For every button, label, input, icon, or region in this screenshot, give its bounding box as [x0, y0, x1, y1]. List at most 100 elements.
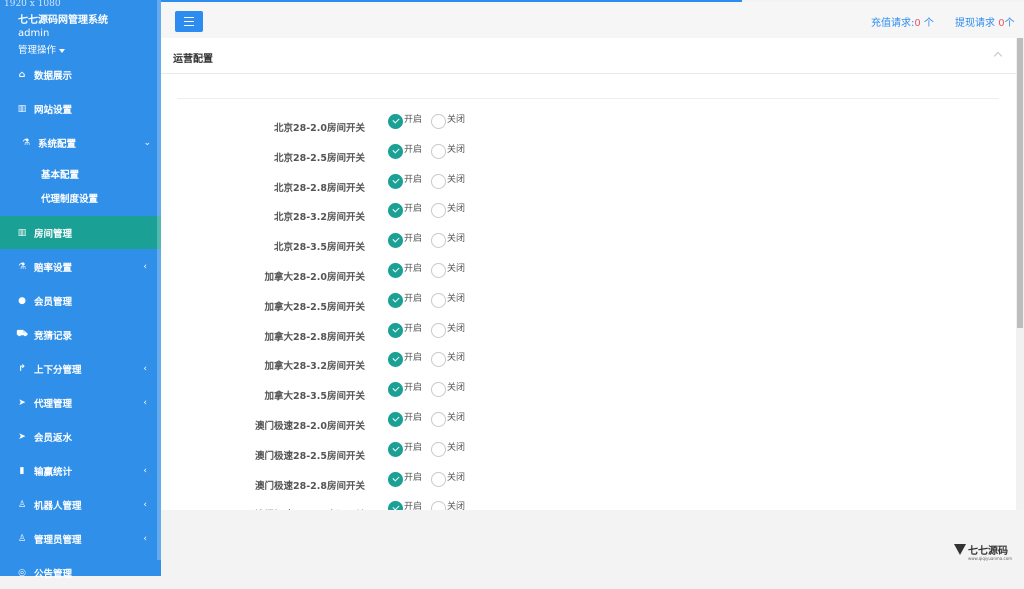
withdraw-request-link[interactable]: 提现请求 0个: [955, 14, 1015, 29]
radio-circle-icon: [388, 173, 403, 189]
sidebar-item-4[interactable]: ▥ 房间管理: [0, 216, 161, 249]
radio-off[interactable]: 关闭: [431, 471, 465, 487]
chevron-left-icon: ‹: [143, 533, 147, 544]
sidebar-item-label: 房间管理: [34, 228, 73, 240]
content-scrollbar[interactable]: [1016, 38, 1024, 510]
sidebar-item-label: 输赢统计: [34, 466, 73, 478]
radio-off[interactable]: 关闭: [431, 382, 466, 398]
sidebar-item-12[interactable]: ♙ 机器人管理 ‹: [0, 488, 161, 521]
paper-plane-icon: ➤: [18, 431, 26, 442]
panel-title: 运营配置: [173, 54, 213, 65]
logo-triangle-icon: [954, 544, 966, 555]
sidebar-item-3[interactable]: ⚗ 系统配置 ⌄: [4, 126, 165, 159]
radio-off[interactable]: 关闭: [431, 263, 465, 278]
radio-circle-icon: [431, 173, 446, 189]
radio-on[interactable]: 开启: [388, 292, 422, 308]
radio-circle-icon: [388, 382, 403, 398]
radio-on-label: 开启: [404, 144, 423, 155]
radio-circle-icon: [388, 322, 403, 338]
user-menu-toggle[interactable]: 管理操作: [18, 42, 66, 56]
sidebar-item-2[interactable]: ▥ 网站设置: [0, 92, 161, 125]
radio-off[interactable]: 关闭: [431, 233, 466, 249]
recharge-request-link[interactable]: 充值请求:0 个: [871, 14, 934, 29]
radio-circle-icon: [388, 292, 403, 308]
sidebar-item-7[interactable]: ⛟ 竞猜记录: [0, 318, 161, 351]
radio-on[interactable]: 开启: [388, 143, 423, 159]
room-switch-row: 澳门极速28-2.8房间开关 开启 关闭: [161, 471, 1017, 502]
radio-on[interactable]: 开启: [388, 352, 422, 368]
sidebar-item-label: 系统配置: [38, 138, 77, 150]
radio-on[interactable]: 开启: [388, 173, 422, 189]
chevron-left-icon: ‹: [143, 363, 147, 374]
sidebar-item-14[interactable]: ◎ 公告管理: [0, 556, 161, 589]
radio-on[interactable]: 开启: [388, 441, 423, 457]
sidebar-item-1[interactable]: ⌂ 数据展示: [0, 58, 161, 91]
sidebar-item-5[interactable]: ⚗ 赔率设置 ‹: [0, 250, 161, 283]
radio-on[interactable]: 开启: [388, 412, 422, 427]
radio-on[interactable]: 开启: [388, 114, 422, 129]
radio-off[interactable]: 关闭: [431, 412, 465, 427]
sidebar-item-label: 会员返水: [34, 432, 73, 444]
radio-off[interactable]: 关闭: [431, 352, 465, 368]
top-navbar: 充值请求:0 个 提现请求 0个: [161, 2, 1024, 39]
radio-off[interactable]: 关闭: [431, 441, 465, 457]
sidebar-item-9[interactable]: ➤ 代理管理 ‹: [0, 386, 161, 419]
radio-circle-icon: [388, 233, 403, 249]
scrollbar-thumb[interactable]: [1017, 38, 1023, 328]
radio-off[interactable]: 关闭: [431, 143, 465, 159]
main-area: 充值请求:0 个 提现请求 0个 运营配置 北京28-2.0房间开关 开启 关闭 北京…: [161, 0, 1024, 576]
menu-toggle-button[interactable]: [175, 11, 203, 32]
recharge-label: 充值请求:: [871, 18, 915, 29]
room-switch-label: 加拿大28-2.5房间开关: [264, 301, 366, 313]
flask-icon: ⚗: [17, 261, 27, 272]
screen-size-label: 1920 x 1080: [4, 0, 61, 9]
radio-on-label: 开启: [404, 323, 423, 334]
radio-on[interactable]: 开启: [388, 501, 422, 510]
radio-off[interactable]: 关闭: [431, 203, 466, 219]
radio-circle-icon: [431, 441, 446, 457]
radio-on-label: 开启: [404, 234, 423, 245]
sidebar-item-label: 机器人管理: [34, 500, 82, 512]
radio-on[interactable]: 开启: [388, 233, 423, 249]
bar-chart-icon: ▮: [19, 465, 25, 476]
radio-on-label: 开启: [404, 383, 423, 394]
radio-off-label: 关闭: [447, 204, 466, 215]
level-up-icon: ↱: [18, 363, 26, 374]
radio-on[interactable]: 开启: [388, 471, 422, 487]
radio-on[interactable]: 开启: [388, 322, 423, 338]
radio-on-label: 开启: [404, 115, 423, 125]
radio-on[interactable]: 开启: [388, 263, 422, 278]
room-switch-label: 加拿大28-2.0房间开关: [264, 272, 366, 283]
radio-off-label: 关闭: [447, 234, 466, 245]
radio-off-label: 关闭: [447, 293, 466, 304]
radio-off[interactable]: 关闭: [431, 292, 466, 308]
room-switch-label: 澳门极速28-2.5房间开关: [255, 450, 365, 462]
radio-circle-icon: [388, 203, 403, 219]
male-icon: ♙: [17, 499, 27, 510]
room-switch-row: 北京28-3.5房间开关 开启 关闭: [161, 233, 1017, 263]
sidebar-item-label: 上下分管理: [34, 364, 82, 376]
radio-off-label: 关闭: [447, 383, 466, 394]
radio-on[interactable]: 开启: [388, 382, 423, 398]
radio-circle-icon: [388, 471, 403, 487]
radio-on-label: 开启: [404, 442, 423, 453]
sidebar-item-13[interactable]: ♙ 管理员管理 ‹: [0, 522, 161, 555]
radio-off-label: 关闭: [447, 502, 466, 510]
radio-circle-icon: [431, 143, 446, 159]
radio-circle-icon: [431, 203, 446, 219]
logo-text: 七七源码: [968, 546, 1008, 557]
sidebar-item-6[interactable]: ● 会员管理: [0, 284, 161, 317]
radio-off[interactable]: 关闭: [431, 114, 465, 129]
sidebar-subitem-agent-policy[interactable]: 代理制度设置: [41, 191, 98, 205]
chevron-up-icon[interactable]: [993, 50, 1003, 60]
hamburger-icon: [184, 16, 194, 28]
radio-off[interactable]: 关闭: [431, 173, 465, 189]
sidebar-item-8[interactable]: ↱ 上下分管理 ‹: [0, 352, 161, 385]
sidebar-item-11[interactable]: ▮ 输赢统计 ‹: [0, 454, 161, 487]
sidebar-item-10[interactable]: ➤ 会员返水: [0, 420, 161, 453]
radio-off[interactable]: 关闭: [431, 501, 465, 510]
radio-off[interactable]: 关闭: [431, 322, 465, 338]
radio-on[interactable]: 开启: [388, 203, 422, 219]
sidebar-subitem-basic-config[interactable]: 基本配置: [41, 167, 79, 181]
flask-icon: ⚗: [21, 137, 31, 148]
